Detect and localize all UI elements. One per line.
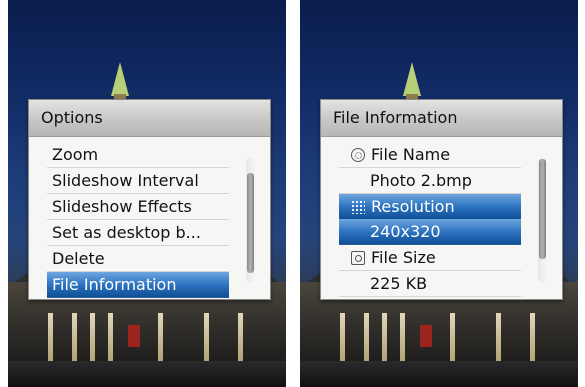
file-name-value[interactable]: Photo 2.bmp bbox=[339, 168, 521, 194]
file-name-label: File Name bbox=[371, 145, 451, 164]
options-list: Zoom Slideshow Interval Slideshow Effect… bbox=[47, 142, 229, 298]
file-information-scrollbar[interactable] bbox=[538, 158, 547, 282]
phone-screen-options: Options Zoom Slideshow Interval Slidesho… bbox=[8, 0, 286, 387]
file-information-panel: File Information File Name Photo 2.bmp R… bbox=[320, 99, 563, 300]
file-size-label: File Size bbox=[371, 248, 436, 267]
menu-item-slideshow-effects[interactable]: Slideshow Effects bbox=[47, 194, 229, 220]
file-information-list: File Name Photo 2.bmp Resolution 240x320… bbox=[339, 142, 521, 297]
options-menu-title: Options bbox=[29, 100, 270, 137]
film-reel-icon bbox=[351, 148, 365, 162]
phone-screen-file-information: File Information File Name Photo 2.bmp R… bbox=[300, 0, 578, 387]
file-information-scrollbar-thumb[interactable] bbox=[539, 159, 546, 259]
menu-item-file-information[interactable]: File Information bbox=[47, 272, 229, 298]
options-scrollbar[interactable] bbox=[246, 158, 255, 282]
menu-item-delete[interactable]: Delete bbox=[47, 246, 229, 272]
resolution-row[interactable]: Resolution bbox=[339, 194, 521, 219]
menu-item-zoom[interactable]: Zoom bbox=[47, 142, 229, 168]
menu-item-slideshow-interval[interactable]: Slideshow Interval bbox=[47, 168, 229, 194]
resolution-label: Resolution bbox=[371, 197, 455, 216]
file-information-title: File Information bbox=[321, 100, 562, 137]
file-name-row[interactable]: File Name bbox=[339, 142, 521, 168]
options-scrollbar-thumb[interactable] bbox=[247, 173, 254, 274]
file-size-value[interactable]: 225 KB bbox=[339, 271, 521, 297]
file-size-row[interactable]: File Size bbox=[339, 245, 521, 271]
wallpaper-spire bbox=[111, 62, 129, 96]
options-menu: Options Zoom Slideshow Interval Slidesho… bbox=[28, 99, 271, 300]
wallpaper-spire bbox=[403, 62, 421, 96]
menu-item-set-as-desktop[interactable]: Set as desktop b... bbox=[47, 220, 229, 246]
pixel-grid-icon bbox=[351, 200, 365, 214]
disk-icon bbox=[351, 251, 365, 265]
resolution-value[interactable]: 240x320 bbox=[339, 219, 521, 245]
